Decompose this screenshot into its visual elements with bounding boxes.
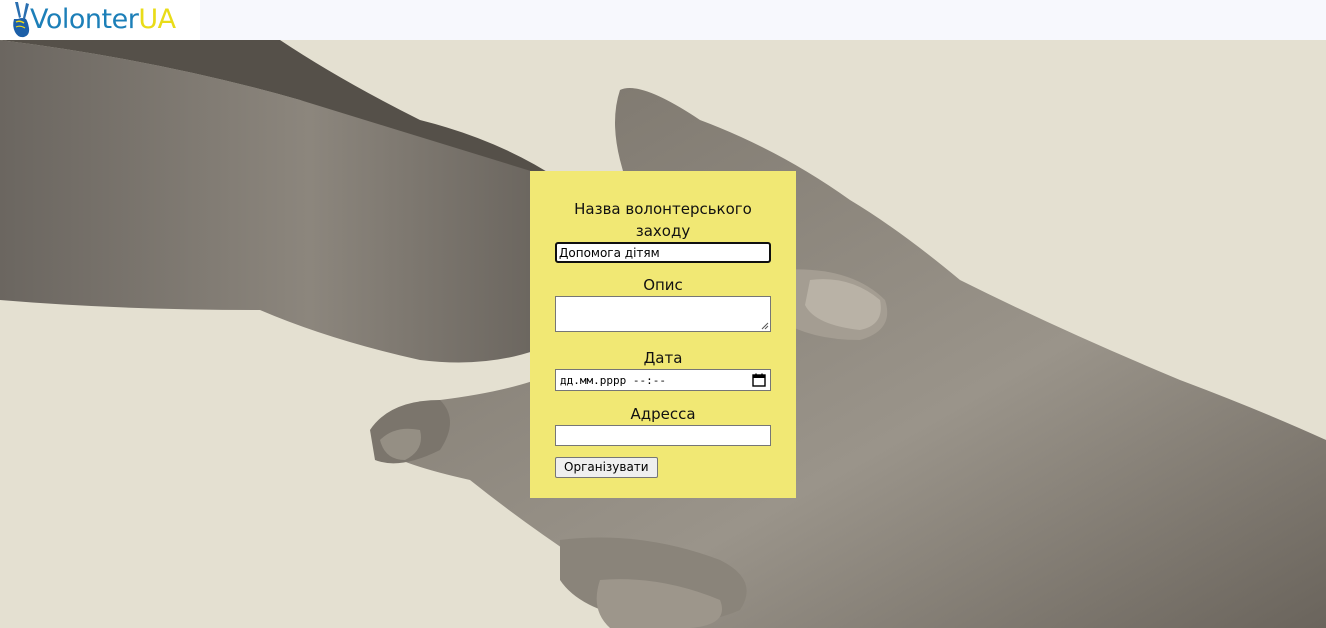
resize-grip-icon[interactable]: [761, 322, 769, 330]
logo[interactable]: VolonterUA: [0, 0, 200, 40]
event-form: Назва волонтерського заходу Опис Дата дд…: [530, 171, 796, 498]
description-textarea[interactable]: [555, 296, 771, 332]
logo-text: VolonterUA: [30, 0, 176, 40]
datetime-input[interactable]: дд.мм.рррр --:--: [555, 369, 771, 391]
logo-brand-accent: UA: [138, 4, 176, 35]
description-label: Опис: [643, 276, 683, 294]
organize-button[interactable]: Організувати: [555, 457, 658, 478]
date-label: Дата: [643, 349, 683, 367]
event-title-input[interactable]: [555, 242, 771, 263]
datetime-placeholder: дд.мм.рррр --:--: [560, 373, 666, 387]
site-header: VolonterUA: [0, 0, 1326, 40]
calendar-icon[interactable]: [752, 373, 766, 387]
address-input[interactable]: [555, 425, 771, 446]
address-label: Адресса: [630, 405, 696, 423]
logo-brand-primary: Volonter: [30, 4, 139, 35]
event-title-label: Назва волонтерського заходу: [574, 200, 752, 240]
